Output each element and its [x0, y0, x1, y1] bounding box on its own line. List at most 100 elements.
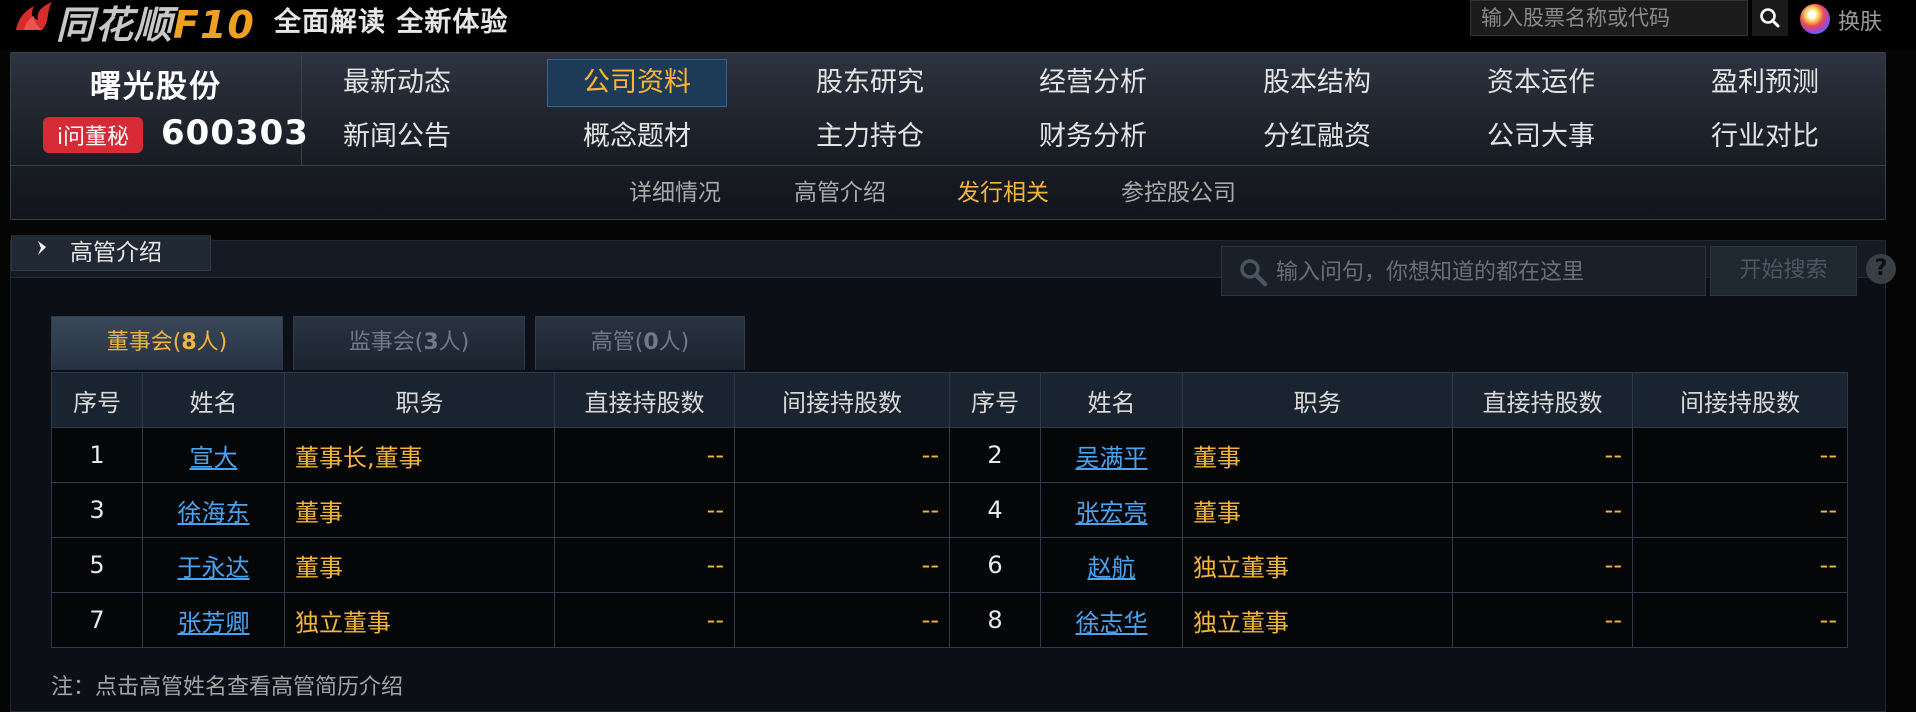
cell-indirect: -- [734, 537, 950, 593]
cell-direct: -- [554, 592, 735, 648]
subnav-details[interactable]: 详细情况 [629, 166, 721, 220]
nav-financial-analysis[interactable]: 财务分析 [1003, 113, 1183, 161]
cell-position: 董事长,董事 [284, 427, 555, 483]
cell-index: 6 [949, 537, 1041, 593]
cell-position: 独立董事 [1182, 592, 1453, 648]
subnav-subsidiaries[interactable]: 参控股公司 [1121, 166, 1236, 220]
header-indirect-shares: 间接持股数 [1632, 372, 1848, 428]
header-position: 职务 [284, 372, 555, 428]
stock-nav-panel: 曙光股份 i问董秘 600303 最新动态 公司资料 股东研究 经营分析 股本结… [10, 52, 1886, 220]
header-direct-shares: 直接持股数 [1452, 372, 1633, 428]
cell-name: 张芳卿 [142, 592, 285, 648]
executive-link[interactable]: 赵航 [1088, 554, 1136, 582]
question-search-box[interactable] [1221, 246, 1706, 297]
cell-position: 独立董事 [1182, 537, 1453, 593]
header-indirect-shares: 间接持股数 [734, 372, 950, 428]
nav-news-announcements[interactable]: 新闻公告 [307, 113, 487, 161]
stock-search-box[interactable] [1470, 0, 1749, 36]
ask-secretary-badge[interactable]: i问董秘 [43, 117, 143, 153]
main-nav: 最新动态 公司资料 股东研究 经营分析 股本结构 资本运作 盈利预测 新闻公告 … [307, 53, 1867, 165]
section-title: 高管介绍 [70, 240, 162, 266]
cell-direct: -- [1452, 482, 1633, 538]
nav-company-events[interactable]: 公司大事 [1451, 113, 1631, 161]
cell-indirect: -- [1632, 427, 1848, 483]
tab-supervisory-board[interactable]: 监事会(3人) [293, 316, 525, 370]
stock-code: 600303 [161, 113, 309, 153]
executive-link[interactable]: 吴满平 [1076, 444, 1148, 472]
skin-color-icon[interactable] [1800, 4, 1830, 34]
cell-position: 独立董事 [284, 592, 555, 648]
stock-name: 曙光股份 [90, 69, 222, 105]
table-row: 1 宣大 董事长,董事 -- -- 2 吴满平 董事 -- -- [51, 427, 1848, 483]
app-logo[interactable]: 同花顺F10 [56, 0, 255, 49]
cell-direct: -- [554, 427, 735, 483]
executive-link[interactable]: 张宏亮 [1076, 499, 1148, 527]
cell-indirect: -- [1632, 592, 1848, 648]
sub-nav: 详细情况 高管介绍 发行相关 参控股公司 [11, 166, 1885, 220]
cell-index: 4 [949, 482, 1041, 538]
help-icon[interactable]: ? [1866, 254, 1896, 284]
top-bar: 同花顺F10 全面解读 全新体验 换肤 [0, 0, 1916, 50]
cell-position: 董事 [284, 482, 555, 538]
cell-direct: -- [554, 482, 735, 538]
nav-company-profile[interactable]: 公司资料 [547, 59, 727, 107]
subnav-issuance[interactable]: 发行相关 [957, 166, 1049, 220]
nav-dividend-financing[interactable]: 分红融资 [1227, 113, 1407, 161]
board-table: 序号 姓名 职务 直接持股数 间接持股数 序号 姓名 职务 直接持股数 间接持股… [51, 372, 1848, 648]
cell-direct: -- [1452, 427, 1633, 483]
cell-index: 2 [949, 427, 1041, 483]
cell-position: 董事 [1182, 427, 1453, 483]
nav-profit-forecast[interactable]: 盈利预测 [1675, 59, 1855, 107]
tab-executives[interactable]: 高管(0人) [535, 316, 745, 370]
table-row: 5 于永达 董事 -- -- 6 赵航 独立董事 -- -- [51, 537, 1848, 593]
nav-industry-comparison[interactable]: 行业对比 [1675, 113, 1855, 161]
slogan: 全面解读 全新体验 [274, 7, 509, 38]
cell-indirect: -- [1632, 537, 1848, 593]
cell-position: 董事 [284, 537, 555, 593]
executive-link[interactable]: 徐志华 [1076, 609, 1148, 637]
chevron-right-icon [38, 241, 46, 255]
cell-indirect: -- [734, 427, 950, 483]
cell-name: 徐志华 [1040, 592, 1183, 648]
search-button[interactable] [1752, 0, 1788, 36]
table-row: 7 张芳卿 独立董事 -- -- 8 徐志华 独立董事 -- -- [51, 592, 1848, 648]
nav-main-holdings[interactable]: 主力持仓 [780, 113, 960, 161]
cell-indirect: -- [734, 482, 950, 538]
cell-indirect: -- [734, 592, 950, 648]
executive-link[interactable]: 张芳卿 [178, 609, 250, 637]
cell-direct: -- [554, 537, 735, 593]
nav-concept-themes[interactable]: 概念题材 [547, 113, 727, 161]
subnav-executives[interactable]: 高管介绍 [794, 166, 886, 220]
executive-link[interactable]: 于永达 [178, 554, 250, 582]
nav-capital-operation[interactable]: 资本运作 [1451, 59, 1631, 107]
start-search-button[interactable]: 开始搜索 [1710, 246, 1857, 296]
skin-button[interactable]: 换肤 [1838, 4, 1882, 36]
executive-link[interactable]: 徐海东 [178, 499, 250, 527]
section-tab: 高管介绍 [11, 235, 211, 271]
tab-board-of-directors[interactable]: 董事会(8人) [51, 316, 283, 370]
header-name: 姓名 [142, 372, 285, 428]
stock-info: 曙光股份 i问董秘 600303 [11, 53, 308, 165]
nav-latest-news[interactable]: 最新动态 [307, 59, 487, 107]
question-input[interactable] [1274, 247, 1698, 297]
question-search: 开始搜索 [1221, 246, 1857, 297]
cell-name: 宣大 [142, 427, 285, 483]
nav-equity-structure[interactable]: 股本结构 [1227, 59, 1407, 107]
content-panel: 高管介绍 开始搜索 ? 董事会(8人) 监事会(3人) 高管(0人) 序号 姓名 [10, 235, 1896, 712]
cell-name: 于永达 [142, 537, 285, 593]
cell-position: 董事 [1182, 482, 1453, 538]
stock-search-input[interactable] [1471, 1, 1749, 35]
cell-index: 5 [51, 537, 143, 593]
cell-index: 1 [51, 427, 143, 483]
nav-shareholder-research[interactable]: 股东研究 [780, 59, 960, 107]
nav-operations-analysis[interactable]: 经营分析 [1003, 59, 1183, 107]
search-icon [1760, 8, 1780, 28]
cell-name: 张宏亮 [1040, 482, 1183, 538]
cell-name: 徐海东 [142, 482, 285, 538]
cell-indirect: -- [1632, 482, 1848, 538]
cell-direct: -- [1452, 537, 1633, 593]
executive-link[interactable]: 宣大 [190, 444, 238, 472]
header-index: 序号 [51, 372, 143, 428]
footnote: 注：点击高管姓名查看高管简历介绍 [51, 675, 404, 700]
cell-index: 3 [51, 482, 143, 538]
